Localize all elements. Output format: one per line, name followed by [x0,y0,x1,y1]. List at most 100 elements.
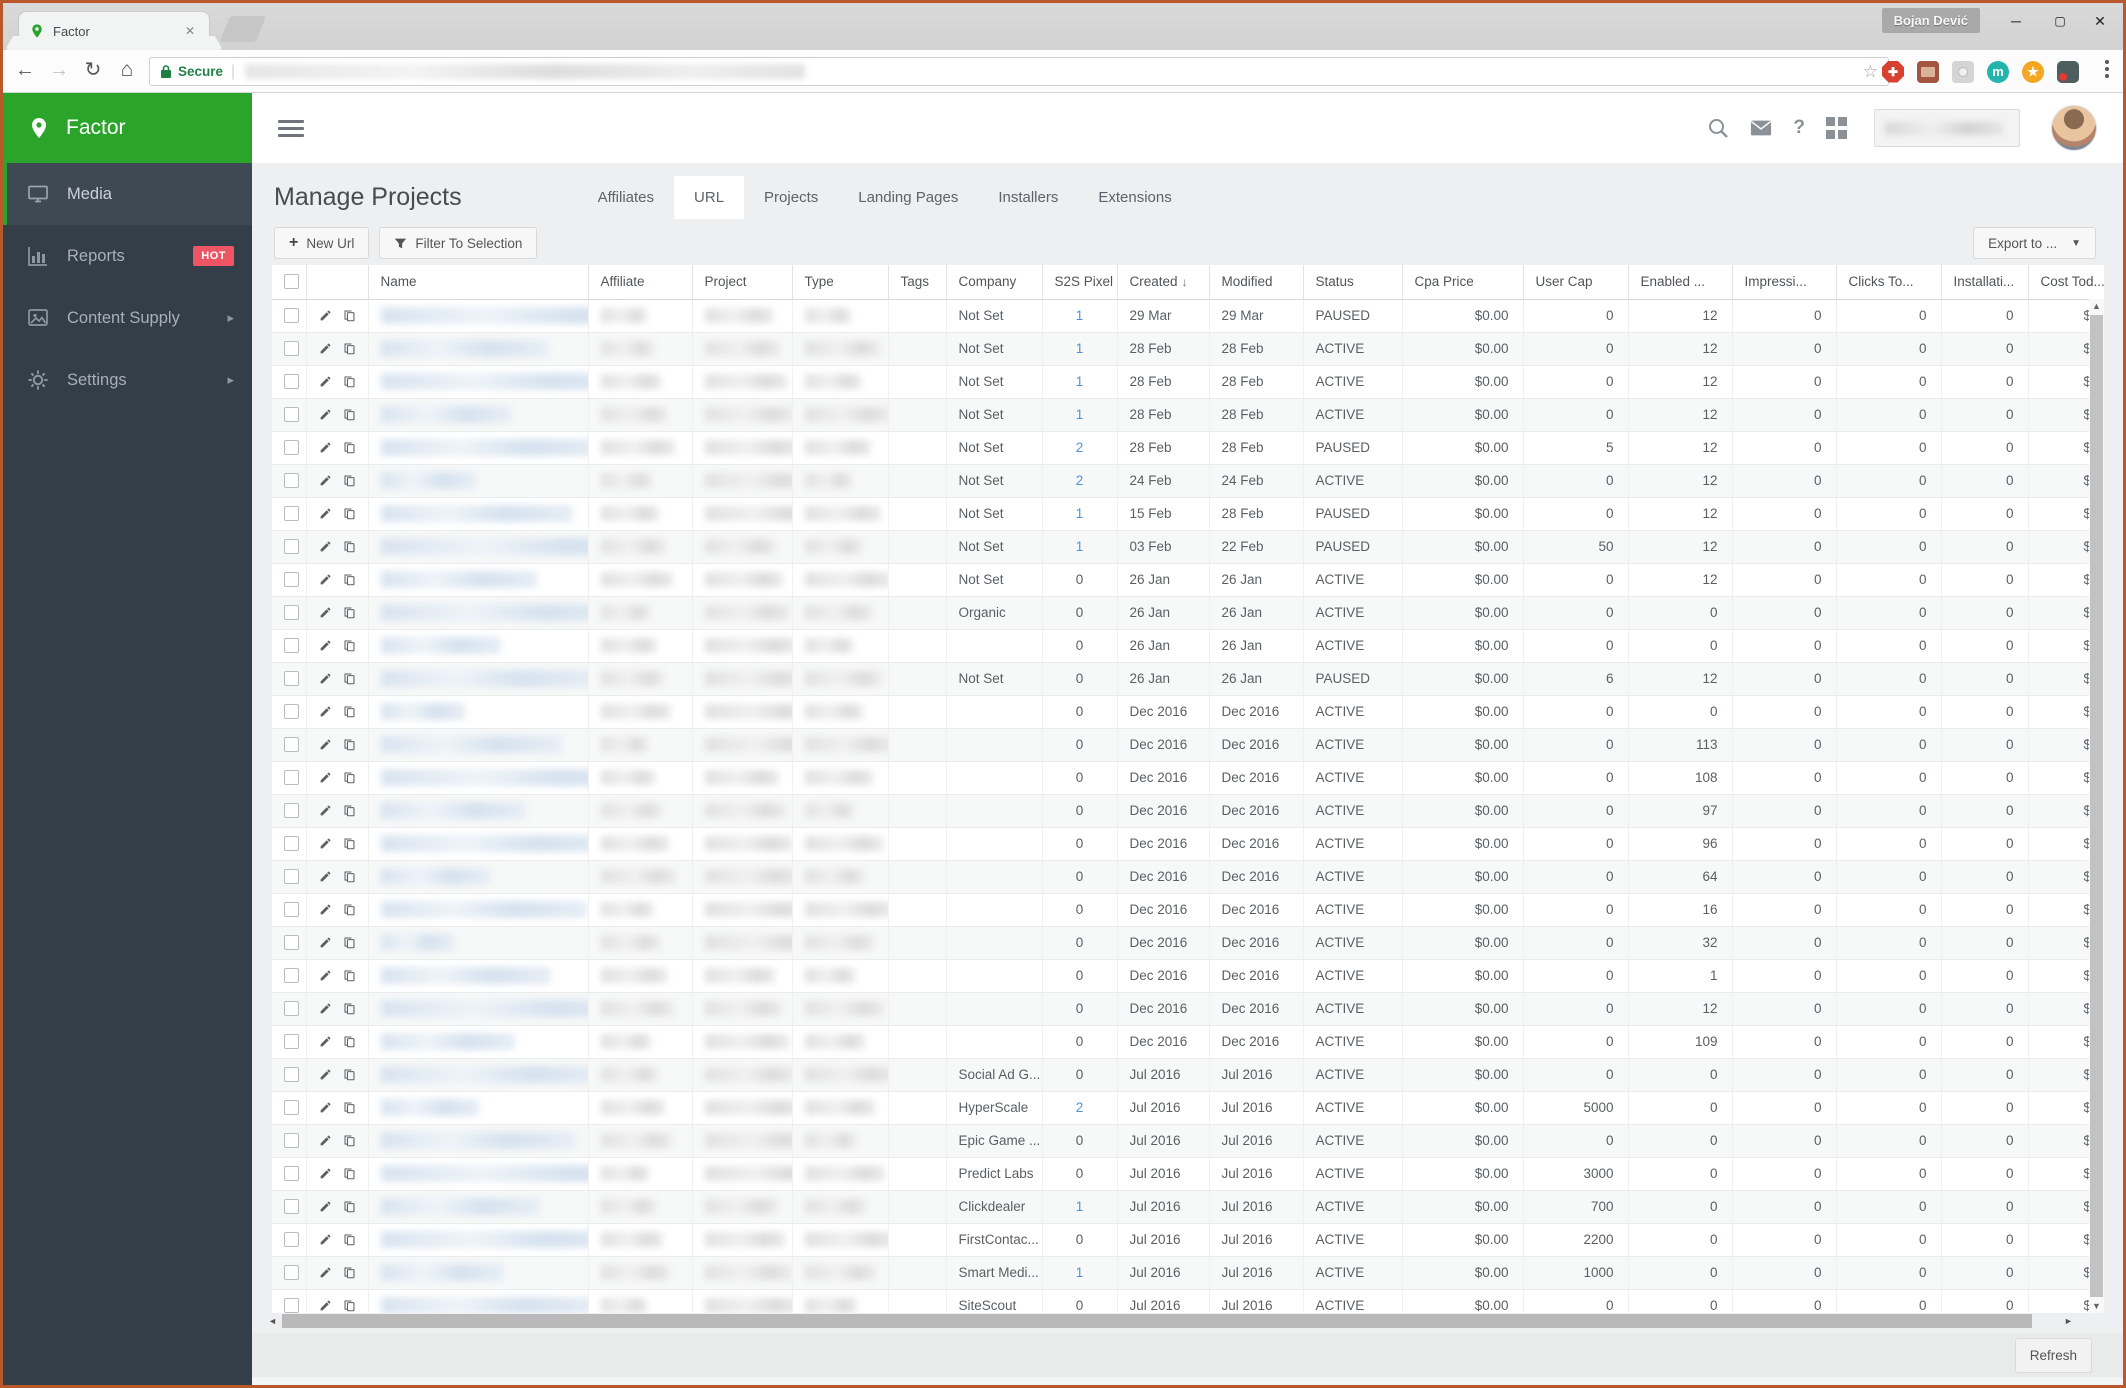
row-checkbox[interactable] [284,341,299,356]
row-checkbox[interactable] [284,1232,299,1247]
scroll-left-icon[interactable]: ◄ [268,1314,280,1329]
back-icon[interactable]: ← [11,56,39,84]
edit-pencil-icon[interactable] [319,638,332,653]
sidebar-item-reports[interactable]: Reports HOT [3,225,252,287]
column-header[interactable] [306,265,369,300]
bookmark-star-icon[interactable]: ☆ [1863,62,1878,82]
camera-extension-icon[interactable] [1952,60,1974,83]
row-checkbox[interactable] [284,506,299,521]
evernote-extension-icon[interactable] [2057,60,2079,83]
tab-landing-pages[interactable]: Landing Pages [838,176,978,219]
browser-profile-name[interactable]: Bojan Dević [1881,8,1980,33]
edit-pencil-icon[interactable] [319,770,332,785]
copy-icon[interactable] [343,935,356,950]
row-checkbox[interactable] [284,1067,299,1082]
s2s-pixel-link[interactable]: 2 [1076,440,1084,455]
tab-installers[interactable]: Installers [978,176,1078,219]
edit-pencil-icon[interactable] [319,1199,332,1214]
row-checkbox[interactable] [284,1298,299,1313]
tab-extensions[interactable]: Extensions [1078,176,1191,219]
adblock-extension-icon[interactable]: ✚ [1882,60,1904,83]
copy-icon[interactable] [343,341,356,356]
search-icon[interactable] [1707,117,1729,139]
s2s-pixel-link[interactable]: 1 [1076,308,1084,323]
row-checkbox[interactable] [284,539,299,554]
copy-icon[interactable] [343,1001,356,1016]
new-tab-button[interactable] [219,16,267,42]
copy-icon[interactable] [343,1067,356,1082]
address-bar[interactable]: Secure | ☆ [149,57,1889,86]
edit-pencil-icon[interactable] [319,1001,332,1016]
copy-icon[interactable] [343,671,356,686]
copy-icon[interactable] [343,704,356,719]
copy-icon[interactable] [343,440,356,455]
column-header-enabled[interactable]: Enabled ... [1628,265,1733,300]
row-checkbox[interactable] [284,902,299,917]
copy-icon[interactable] [343,1034,356,1049]
edit-pencil-icon[interactable] [319,374,332,389]
edit-pencil-icon[interactable] [319,1100,332,1115]
sidebar-item-settings[interactable]: Settings ▸ [3,349,252,411]
copy-icon[interactable] [343,539,356,554]
row-checkbox[interactable] [284,1100,299,1115]
hamburger-menu-icon[interactable] [278,116,304,141]
column-header-cost-tod[interactable]: Cost Tod... [2028,265,2104,300]
s2s-pixel-link[interactable]: 1 [1076,1199,1084,1214]
edit-pencil-icon[interactable] [319,407,332,422]
edit-pencil-icon[interactable] [319,1166,332,1181]
select-all-checkbox[interactable] [284,274,299,290]
column-header-created[interactable]: Created ↓ [1117,265,1210,300]
copy-icon[interactable] [343,1232,356,1247]
scroll-up-icon[interactable]: ▲ [2089,299,2104,313]
copy-icon[interactable] [343,308,356,323]
column-header-impressi[interactable]: Impressi... [1732,265,1837,300]
export-button[interactable]: Export to ... ▼ [1973,227,2096,259]
horizontal-scroll-thumb[interactable] [282,1314,2032,1328]
edit-pencil-icon[interactable] [319,902,332,917]
column-header-name[interactable]: Name [368,265,589,300]
sidebar-brand[interactable]: Factor [3,93,252,163]
vertical-scroll-thumb[interactable] [2090,315,2103,1297]
edit-pencil-icon[interactable] [319,968,332,983]
edit-pencil-icon[interactable] [319,308,332,323]
column-header-tags[interactable]: Tags [888,265,947,300]
edit-pencil-icon[interactable] [319,1232,332,1247]
edit-pencil-icon[interactable] [319,539,332,554]
new-url-button[interactable]: + New Url [274,227,370,259]
copy-icon[interactable] [343,1133,356,1148]
s2s-pixel-link[interactable]: 1 [1076,1265,1084,1280]
edit-pencil-icon[interactable] [319,1067,332,1082]
edit-pencil-icon[interactable] [319,506,332,521]
row-checkbox[interactable] [284,473,299,488]
column-header-affiliate[interactable]: Affiliate [588,265,693,300]
reload-icon[interactable]: ↻ [79,56,107,84]
row-checkbox[interactable] [284,803,299,818]
edit-pencil-icon[interactable] [319,440,332,455]
m-extension-icon[interactable]: m [1987,60,2009,83]
row-checkbox[interactable] [284,671,299,686]
row-checkbox[interactable] [284,1166,299,1181]
copy-icon[interactable] [343,1199,356,1214]
edit-pencil-icon[interactable] [319,1034,332,1049]
copy-icon[interactable] [343,605,356,620]
edit-pencil-icon[interactable] [319,935,332,950]
copy-icon[interactable] [343,869,356,884]
copy-icon[interactable] [343,737,356,752]
row-checkbox[interactable] [284,440,299,455]
copy-icon[interactable] [343,1100,356,1115]
column-header-clicks-to[interactable]: Clicks To... [1836,265,1942,300]
forward-icon[interactable]: → [45,56,73,84]
row-checkbox[interactable] [284,1001,299,1016]
s2s-pixel-link[interactable]: 1 [1076,341,1084,356]
row-checkbox[interactable] [284,1265,299,1280]
edit-pencil-icon[interactable] [319,1298,332,1313]
tab-url[interactable]: URL [674,175,745,219]
row-checkbox[interactable] [284,1034,299,1049]
row-checkbox[interactable] [284,1133,299,1148]
tab-close-icon[interactable]: ✕ [181,22,199,40]
browser-tab[interactable]: Factor ✕ [19,12,209,50]
sidebar-item-media[interactable]: Media [3,163,252,225]
filter-to-selection-button[interactable]: Filter To Selection [379,227,538,259]
tab-affiliates[interactable]: Affiliates [578,176,674,219]
row-checkbox[interactable] [284,572,299,587]
